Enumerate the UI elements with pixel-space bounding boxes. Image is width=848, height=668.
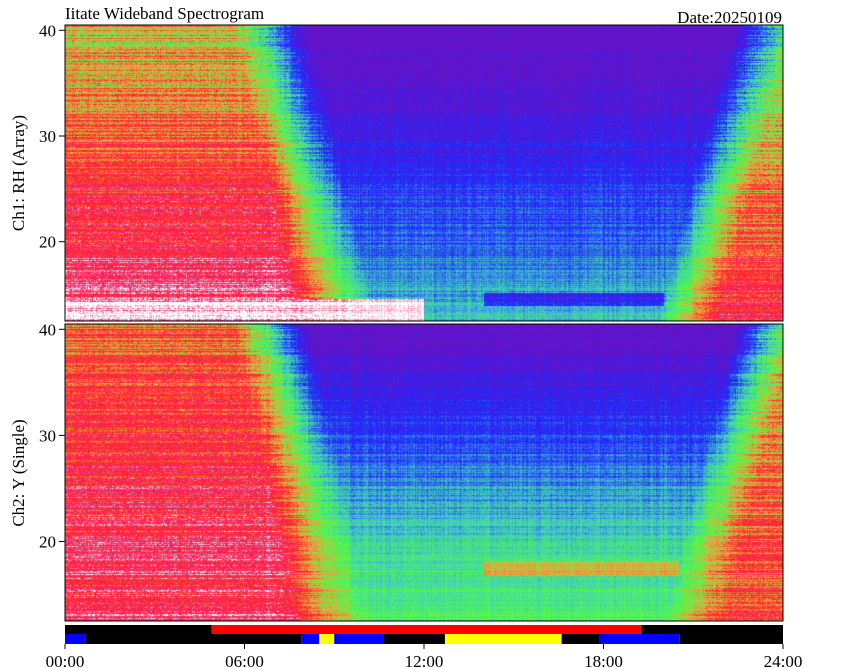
x-tick-label: 24:00 [764, 652, 803, 668]
panel-ch2-image [65, 324, 783, 621]
x-tick-label: 00:00 [46, 652, 85, 668]
panel-ch2-ylabel: Ch2: Y (Single) [9, 419, 28, 526]
y-tick-label: 40 [39, 21, 56, 40]
chart-title: Iitate Wideband Spectrogram [65, 4, 264, 23]
x-tick-label: 18:00 [584, 652, 623, 668]
status-segment [599, 634, 680, 644]
status-segment [444, 634, 562, 644]
status-segment [65, 625, 212, 634]
status-segment [211, 625, 641, 634]
status-segment [640, 625, 783, 634]
x-tick-label: 12:00 [405, 652, 444, 668]
spectrogram-figure: Iitate Wideband Spectrogram Date:2025010… [9, 4, 803, 668]
x-tick-label: 06:00 [225, 652, 264, 668]
y-tick-label: 20 [39, 233, 56, 252]
panel-ch1-image [65, 25, 783, 321]
panel-ch2-y-ticks: 20 30 40 [39, 320, 65, 551]
status-segment [383, 634, 445, 644]
x-axis: 00:00 06:00 12:00 18:00 24:00 [46, 644, 803, 668]
status-segment [301, 634, 320, 644]
y-tick-label: 40 [39, 320, 56, 339]
panel-ch1-ylabel: Ch1: RH (Array) [9, 115, 28, 231]
status-segment [679, 634, 783, 644]
panel-ch1: 20 30 40 Ch1: RH (Array) [9, 21, 784, 322]
panel-ch2: 20 30 40 Ch2: Y (Single) [9, 320, 784, 622]
status-segment [65, 634, 86, 644]
status-bar [65, 625, 783, 644]
y-tick-label: 20 [39, 532, 56, 551]
y-tick-label: 30 [39, 426, 56, 445]
y-tick-label: 30 [39, 127, 56, 146]
status-segment [85, 634, 302, 644]
status-segment [319, 634, 335, 644]
status-segment [561, 634, 600, 644]
panel-ch1-y-ticks: 20 30 40 [39, 21, 65, 252]
status-segment [334, 634, 384, 644]
